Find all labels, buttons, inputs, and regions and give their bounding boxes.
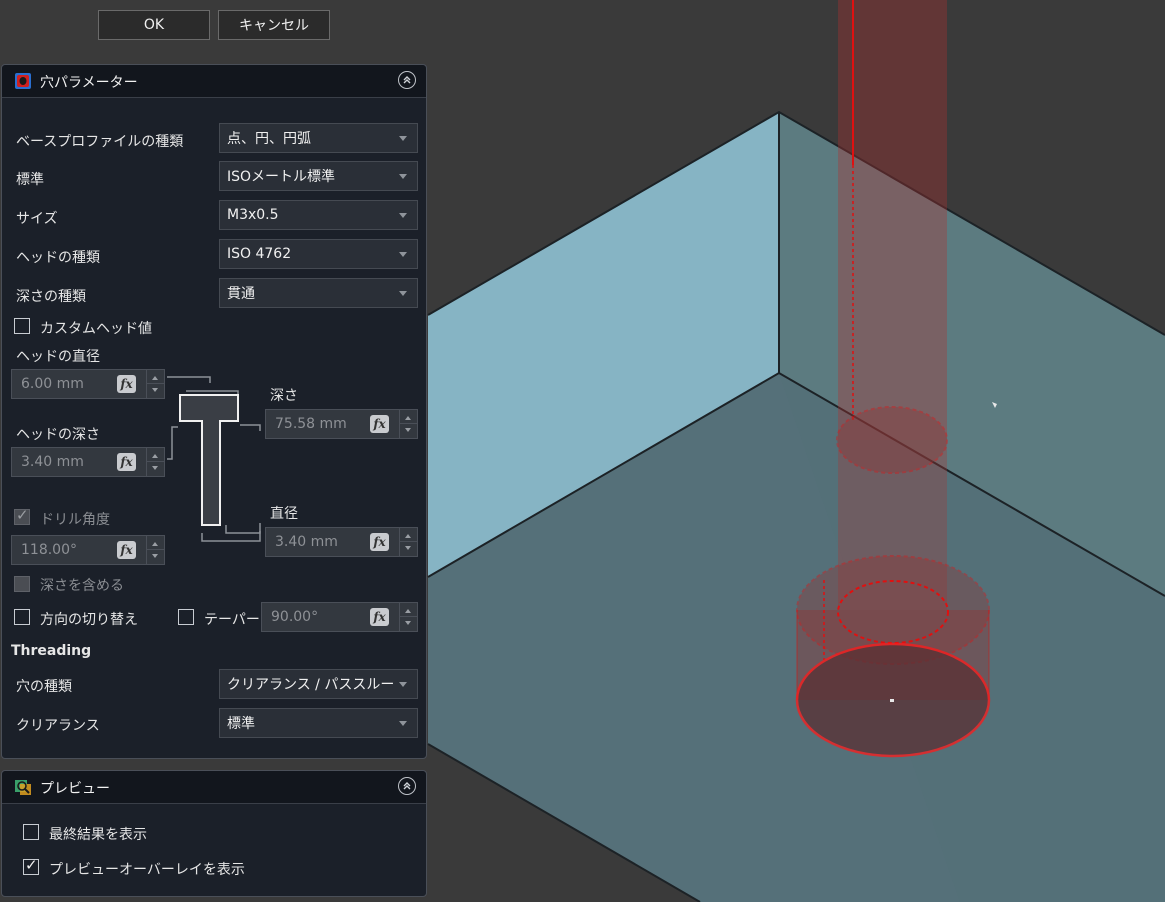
fx-icon[interactable]: fx [370,415,389,433]
depth-value: 75.58 mm [275,416,347,432]
hole-parameters-panel: 穴パラメーター ベースプロファイルの種類 点、円、円弧 標準 ISOメートル標準… [1,64,427,759]
taper-label: テーパー [204,612,260,628]
show-final-checkbox[interactable] [23,824,39,840]
include-depth-checkbox[interactable] [14,576,30,592]
check-icon: ✓ [25,856,38,874]
size-label: サイズ [16,211,58,227]
chevron-down-icon [399,291,407,296]
preview-icon [15,780,31,795]
chevron-down-icon [399,252,407,257]
spin-arrows[interactable] [399,410,417,438]
chevron-down-icon [399,136,407,141]
taper-checkbox[interactable] [178,609,194,625]
clearance-select[interactable]: 標準 [219,708,418,738]
hole-icon [15,73,31,89]
depth-type-select[interactable]: 貫通 [219,278,418,308]
diameter-value: 3.40 mm [275,534,338,550]
standard-label: 標準 [16,172,44,188]
head-type-label: ヘッドの種類 [16,250,100,266]
panel-title: 穴パラメーター [40,75,138,91]
spin-arrows[interactable] [146,536,164,564]
standard-select[interactable]: ISOメートル標準 [219,161,418,191]
chevron-down-icon [399,174,407,179]
hole-kind-value: クリアランス / パススルー [227,677,395,693]
drill-angle-value: 118.00° [21,542,77,558]
show-overlay-checkbox[interactable]: ✓ [23,856,39,875]
spin-arrows[interactable] [399,528,417,556]
drill-angle-input[interactable]: 118.00° fx [11,535,165,565]
head-diameter-label: ヘッドの直径 [16,349,100,365]
depth-type-label: 深さの種類 [16,289,86,305]
chevron-down-icon [399,213,407,218]
reverse-checkbox[interactable] [14,609,30,625]
hole-kind-select[interactable]: クリアランス / パススルー [219,669,418,699]
diameter-input[interactable]: 3.40 mm fx [265,527,418,557]
hole-profile-diagram [167,376,261,542]
drill-angle-checkbox[interactable]: ✓ [14,506,30,525]
head-depth-input[interactable]: 3.40 mm fx [11,447,165,477]
taper-value: 90.00° [271,609,319,625]
clearance-label: クリアランス [16,718,100,734]
check-icon: ✓ [16,506,29,524]
size-select[interactable]: M3x0.5 [219,200,418,230]
preview-panel: プレビュー 最終結果を表示 ✓ プレビューオーバーレイを表示 [1,770,427,897]
diameter-label: 直径 [270,506,298,522]
size-value: M3x0.5 [227,207,279,223]
include-depth-label: 深さを含める [40,578,124,594]
collapse-icon[interactable] [398,777,416,795]
hole-kind-label: 穴の種類 [16,679,72,695]
clearance-value: 標準 [227,716,255,732]
fx-icon[interactable]: fx [117,541,136,559]
standard-value: ISOメートル標準 [227,169,336,185]
show-overlay-label: プレビューオーバーレイを表示 [49,862,245,878]
depth-type-value: 貫通 [227,286,255,302]
cancel-button[interactable]: キャンセル [218,10,330,40]
fx-icon[interactable]: fx [370,533,389,551]
panel-title: プレビュー [40,781,110,797]
chevron-down-icon [399,721,407,726]
fx-icon[interactable]: fx [117,453,136,471]
drill-angle-label: ドリル角度 [40,512,110,528]
custom-head-label: カスタムヘッド値 [40,321,152,337]
custom-head-checkbox[interactable] [14,318,30,334]
head-diameter-input[interactable]: 6.00 mm fx [11,369,165,399]
profile-type-select[interactable]: 点、円、円弧 [219,123,418,153]
panel-header: 穴パラメーター [2,65,426,98]
preview-shaft [838,0,947,440]
spin-arrows[interactable] [399,603,417,631]
collapse-icon[interactable] [398,71,416,89]
profile-type-label: ベースプロファイルの種類 [16,134,184,150]
fx-icon[interactable]: fx [117,375,136,393]
ok-button[interactable]: OK [98,10,210,40]
head-type-select[interactable]: ISO 4762 [219,239,418,269]
reverse-label: 方向の切り替え [40,612,138,628]
threading-heading: Threading [11,643,92,659]
show-final-label: 最終結果を表示 [49,827,147,843]
head-diameter-value: 6.00 mm [21,376,84,392]
profile-type-value: 点、円、円弧 [227,131,311,147]
head-depth-label: ヘッドの深さ [16,427,100,443]
head-depth-value: 3.40 mm [21,454,84,470]
depth-label: 深さ [270,388,298,404]
panel-header: プレビュー [2,771,426,804]
depth-input[interactable]: 75.58 mm fx [265,409,418,439]
fx-icon[interactable]: fx [370,608,389,626]
chevron-down-icon [399,682,407,687]
taper-input[interactable]: 90.00° fx [261,602,418,632]
head-type-value: ISO 4762 [227,246,292,262]
